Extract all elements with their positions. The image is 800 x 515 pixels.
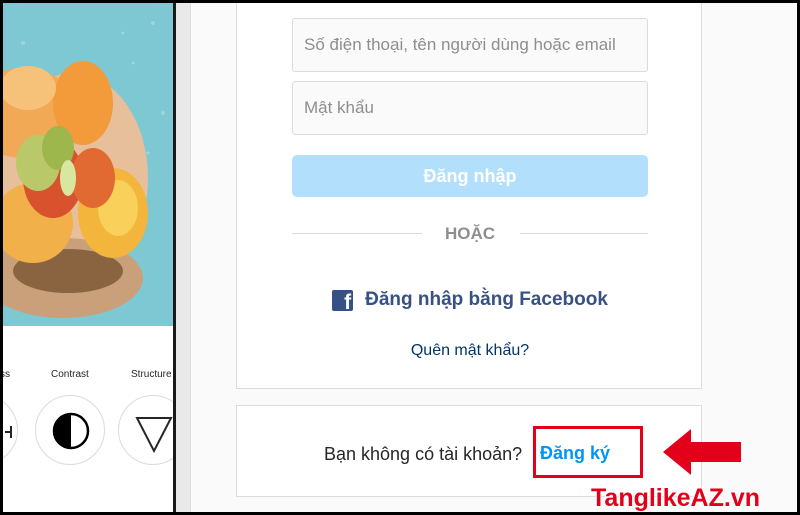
brightness-icon [5,426,12,438]
filter-label-structure: Structure [131,369,172,380]
password-input[interactable] [292,81,648,135]
facebook-login-label: Đăng nhập bằng Facebook [365,289,608,310]
contrast-icon [52,412,90,450]
divider-line-right [520,233,648,234]
forgot-password-link[interactable]: Quên mật khẩu? [237,342,703,360]
filter-label-contrast: Contrast [51,369,89,380]
succulent-photo [3,3,173,326]
login-button[interactable]: Đăng nhập [292,155,648,197]
brightness-filter-button[interactable] [3,395,18,465]
watermark: TanglikeAZ.vn [591,484,761,512]
filter-labels: ss Contrast Structure [3,365,173,381]
signup-highlight-box [533,426,643,478]
phone-side [176,3,191,512]
signup-prompt: Bạn không có tài khoản? [324,444,523,464]
red-arrow-icon [663,429,741,475]
facebook-icon: f [332,289,354,311]
username-input[interactable] [292,18,648,72]
screenshot-frame: ss Contrast Structure Đăng nhập [3,3,797,512]
or-divider: HOẶC [444,224,496,243]
contrast-filter-button[interactable] [35,395,105,465]
succulent-image [3,3,173,326]
phone-preview: ss Contrast Structure [3,3,188,512]
filter-label-partial: ss [3,369,10,380]
right-gutter [763,3,797,512]
facebook-login-button[interactable]: f Đăng nhập bằng Facebook [237,286,703,314]
login-card: Đăng nhập HOẶC f Đăng nhập bằng Facebook… [236,3,702,389]
